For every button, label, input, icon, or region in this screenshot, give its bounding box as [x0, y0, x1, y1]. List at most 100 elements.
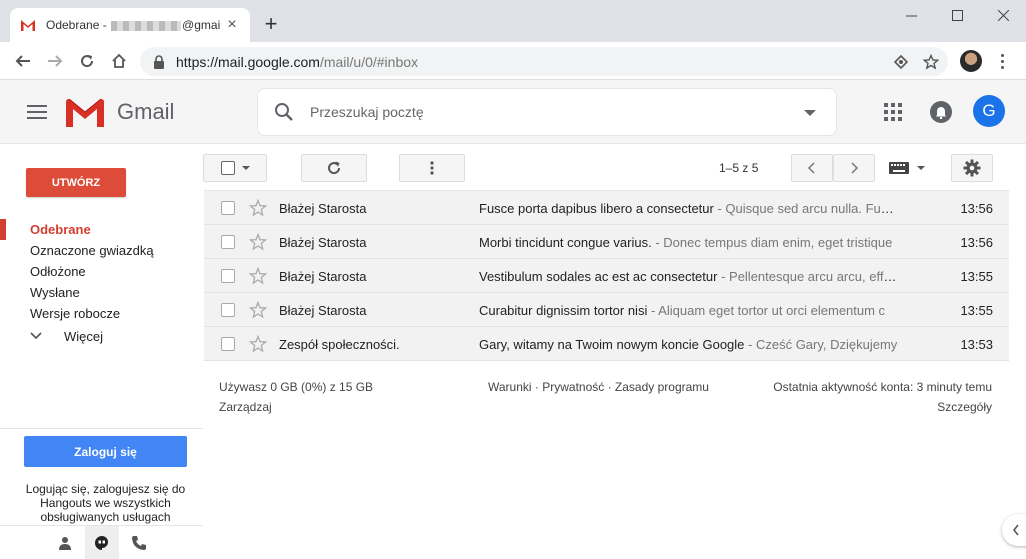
bookmark-star-icon[interactable]: [922, 53, 940, 71]
back-button[interactable]: [11, 50, 35, 72]
nav-more-label: Więcej: [64, 328, 104, 344]
mail-row[interactable]: Zespół społeczności. Gary, witamy na Two…: [204, 327, 1009, 361]
newer-button[interactable]: [791, 154, 833, 182]
nav-item-drafts[interactable]: Wersje robocze: [0, 303, 200, 324]
side-panel-toggle[interactable]: [1002, 514, 1026, 546]
storage-usage: Używasz 0 GB (0%) z 15 GB: [219, 380, 374, 394]
nav-item-snoozed[interactable]: Odłożone: [0, 261, 200, 282]
row-time: 13:55: [960, 303, 993, 318]
browser-toolbar: https://mail.google.com/mail/u/0/#inbox: [0, 42, 1026, 80]
forward-button[interactable]: [43, 50, 67, 72]
hangouts-login-button[interactable]: Zaloguj się: [24, 436, 187, 467]
gmail-header: Gmail G: [0, 80, 1026, 144]
search-input[interactable]: [310, 104, 770, 120]
last-activity-text: Ostatnia aktywność konta: 3 minuty temu: [773, 380, 992, 394]
more-actions-button[interactable]: [399, 154, 465, 182]
row-checkbox[interactable]: [221, 337, 235, 351]
google-apps-icon[interactable]: [884, 103, 902, 121]
star-icon[interactable]: [249, 233, 267, 251]
input-tools-button[interactable]: [889, 161, 929, 175]
gmail-logo-icon[interactable]: [66, 99, 104, 127]
star-icon[interactable]: [249, 335, 267, 353]
address-bar[interactable]: https://mail.google.com/mail/u/0/#inbox: [140, 47, 948, 76]
row-subject: Vestibulum sodales ac est ac consectetur: [479, 269, 718, 284]
row-content: Gary, witamy na Twoim nowym koncie Googl…: [479, 337, 899, 352]
pagination-label: 1–5 z 5: [719, 161, 759, 175]
browser-tabstrip: Odebrane - @gmai × +: [0, 0, 1026, 42]
browser-tab[interactable]: Odebrane - @gmai ×: [10, 8, 250, 42]
footer-policy-links[interactable]: Warunki · Prywatność · Zasady programu: [488, 380, 709, 394]
contacts-icon[interactable]: [48, 526, 82, 559]
chevron-down-icon: [30, 332, 42, 340]
row-snippet: - Aliquam eget tortor ut orci elementum …: [647, 303, 886, 318]
row-sender: Zespół społeczności.: [279, 337, 400, 352]
close-icon: [997, 9, 1009, 21]
mail-row[interactable]: Błażej Starosta Fusce porta dapibus libe…: [204, 191, 1009, 225]
row-checkbox[interactable]: [221, 303, 235, 317]
row-sender: Błażej Starosta: [279, 201, 367, 216]
more-vertical-icon: [430, 161, 434, 175]
refresh-button[interactable]: [301, 154, 367, 182]
window-close-button[interactable]: [980, 0, 1026, 30]
notifications-bell-icon[interactable]: [930, 101, 952, 123]
gear-icon: [963, 159, 981, 177]
refresh-icon: [328, 161, 341, 175]
activity-details-link[interactable]: Szczegóły: [937, 400, 992, 414]
nav-item-inbox[interactable]: Odebrane: [0, 219, 200, 240]
search-bar: [257, 88, 837, 136]
row-subject: Morbi tincidunt congue varius.: [479, 235, 652, 250]
home-button[interactable]: [107, 50, 131, 72]
row-content: Vestibulum sodales ac est ac consectetur…: [479, 269, 899, 284]
manage-storage-link[interactable]: Zarządzaj: [219, 400, 272, 414]
mail-row[interactable]: Błażej Starosta Curabitur dignissim tort…: [204, 293, 1009, 327]
nav-item-starred[interactable]: Oznaczone gwiazdką: [0, 240, 200, 261]
mail-list: Błażej Starosta Fusce porta dapibus libe…: [204, 190, 1009, 361]
chevron-left-icon: [807, 162, 815, 174]
phone-icon[interactable]: [122, 526, 156, 559]
reload-icon: [81, 55, 94, 68]
select-checkbox[interactable]: [220, 161, 235, 175]
tracking-icon[interactable]: [892, 53, 910, 71]
maximize-icon: [951, 9, 963, 21]
chevron-right-icon: [851, 162, 859, 174]
star-icon[interactable]: [249, 199, 267, 217]
row-checkbox[interactable]: [221, 235, 235, 249]
hangouts-quote-icon[interactable]: [85, 526, 119, 559]
row-time: 13:55: [960, 269, 993, 284]
caret-down-icon[interactable]: [241, 166, 250, 170]
lock-icon: [154, 54, 164, 69]
browser-menu-icon[interactable]: [994, 50, 1010, 72]
keyboard-icon: [889, 162, 909, 174]
older-button[interactable]: [833, 154, 875, 182]
nav-item-sent[interactable]: Wysłane: [0, 282, 200, 303]
label-nav: Odebrane Oznaczone gwiazdką Odłożone Wys…: [0, 219, 200, 348]
mail-row[interactable]: Błażej Starosta Vestibulum sodales ac es…: [204, 259, 1009, 293]
reload-button[interactable]: [75, 50, 99, 72]
nav-item-more[interactable]: Więcej: [0, 324, 200, 348]
search-options-icon[interactable]: [804, 110, 816, 116]
row-content: Morbi tincidunt congue varius. - Donec t…: [479, 235, 899, 250]
select-all-button[interactable]: [203, 154, 267, 182]
row-checkbox[interactable]: [221, 201, 235, 215]
compose-button[interactable]: UTWÓRZ: [26, 168, 126, 197]
row-snippet: - Pellentesque arcu arcu, efficitur: [717, 269, 899, 284]
main-menu-icon[interactable]: [27, 105, 47, 119]
gmail-wordmark: Gmail: [117, 99, 175, 124]
row-subject: Fusce porta dapibus libero a consectetur: [479, 201, 714, 216]
tab-title: Odebrane - @gmai: [46, 18, 221, 32]
row-sender: Błażej Starosta: [279, 235, 367, 250]
row-time: 13:56: [960, 201, 993, 216]
new-tab-button[interactable]: +: [260, 11, 282, 36]
row-subject: Gary, witamy na Twoim nowym koncie Googl…: [479, 337, 745, 352]
star-icon[interactable]: [249, 267, 267, 285]
star-icon[interactable]: [249, 301, 267, 319]
mail-row[interactable]: Błażej Starosta Morbi tincidunt congue v…: [204, 225, 1009, 259]
settings-button[interactable]: [951, 154, 993, 182]
window-maximize-button[interactable]: [934, 0, 980, 30]
search-icon[interactable]: [274, 102, 294, 122]
close-tab-icon[interactable]: ×: [224, 16, 240, 33]
browser-profile-avatar[interactable]: [960, 50, 982, 72]
window-minimize-button[interactable]: [888, 0, 934, 30]
account-avatar[interactable]: G: [973, 95, 1005, 127]
row-checkbox[interactable]: [221, 269, 235, 283]
